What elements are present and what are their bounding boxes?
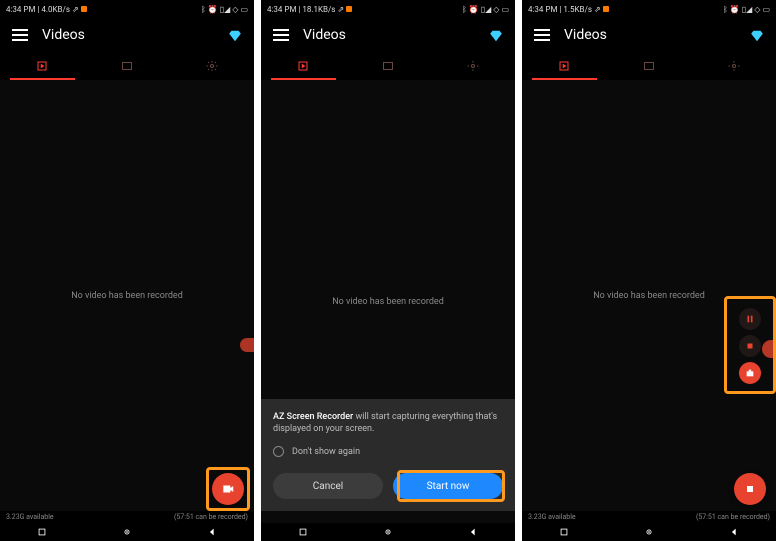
phone-screen-2: 4:34 PM | 18.1KB/s ⇗ ᛒ ⏰ ▯◢ ◇ ▭ Videos N… [261,0,515,541]
radio-icon [273,446,284,457]
battery-icon: ▭ [762,5,770,14]
nav-recent-icon[interactable] [36,526,48,538]
floating-bubble[interactable] [240,338,254,352]
cancel-button[interactable]: Cancel [273,473,383,499]
battery-icon: ▭ [240,5,248,14]
nav-home-icon[interactable] [121,526,133,538]
status-time: 4:34 PM [528,5,557,14]
cast-icon: ⇗ [72,5,79,14]
status-net: 18.1KB/s [302,5,335,14]
cast-icon: ⇗ [594,5,601,14]
record-time-available: (57:51 can be recorded) [174,513,248,521]
tab-videos[interactable] [0,52,85,80]
menu-icon[interactable] [273,29,289,41]
phone-screen-1: 4:34 PM | 4.0KB/s ⇗ ᛒ ⏰ ▯◢ ◇ ▭ Videos No… [0,0,254,541]
signal-icon: ▯◢ [220,5,231,14]
premium-icon[interactable] [489,28,503,42]
cast-icon: ⇗ [337,5,344,14]
page-title: Videos [42,27,228,43]
status-time: 4:34 PM [267,5,296,14]
floating-bubble[interactable] [762,340,776,358]
premium-icon[interactable] [750,28,764,42]
battery-icon: ▭ [501,5,509,14]
wifi-icon: ◇ [754,5,760,14]
page-title: Videos [303,27,489,43]
empty-message: No video has been recorded [332,297,444,307]
signal-icon: ▯◢ [481,5,492,14]
app-header: Videos [0,18,254,52]
wifi-icon: ◇ [232,5,238,14]
tab-settings[interactable] [430,52,515,80]
status-time: 4:34 PM [6,5,35,14]
tab-images[interactable] [607,52,692,80]
wifi-icon: ◇ [493,5,499,14]
content-area: No video has been recorded [522,80,776,511]
nav-recent-icon[interactable] [297,526,309,538]
dont-show-checkbox[interactable]: Don't show again [273,446,503,457]
nav-back-icon[interactable] [728,526,740,538]
toolbox-button[interactable] [739,362,761,384]
signal-icon: ▯◢ [742,5,753,14]
recording-indicator-icon [346,6,352,12]
checkbox-label: Don't show again [292,447,360,457]
stop-fab[interactable] [734,473,766,505]
status-footer: 3.23G available (57:51 can be recorded) [0,511,254,523]
tab-images[interactable] [346,52,431,80]
status-bar: 4:34 PM | 18.1KB/s ⇗ ᛒ ⏰ ▯◢ ◇ ▭ [261,0,515,18]
status-net: 4.0KB/s [41,5,70,14]
empty-message: No video has been recorded [71,291,183,301]
bluetooth-icon: ᛒ [462,5,467,14]
status-footer: 3.23G available (57:51 can be recorded) [522,511,776,523]
app-header: Videos [522,18,776,52]
tab-videos[interactable] [522,52,607,80]
nav-home-icon[interactable] [382,526,394,538]
permission-dialog: AZ Screen Recorder will start capturing … [261,399,515,511]
dialog-app-name: AZ Screen Recorder [273,412,353,422]
nav-back-icon[interactable] [467,526,479,538]
phone-screen-3: 4:34 PM | 1.5KB/s ⇗ ᛒ ⏰ ▯◢ ◇ ▭ Videos No… [522,0,776,541]
tab-images[interactable] [85,52,170,80]
nav-bar [261,523,515,541]
nav-home-icon[interactable] [643,526,655,538]
tab-bar [261,52,515,80]
tab-bar [0,52,254,80]
content-area: No video has been recorded [0,80,254,511]
nav-bar [522,523,776,541]
alarm-icon: ⏰ [469,5,479,14]
status-bar: 4:34 PM | 4.0KB/s ⇗ ᛒ ⏰ ▯◢ ◇ ▭ [0,0,254,18]
bluetooth-icon: ᛒ [201,5,206,14]
pause-button[interactable] [739,308,761,330]
tab-bar [522,52,776,80]
nav-back-icon[interactable] [206,526,218,538]
status-bar: 4:34 PM | 1.5KB/s ⇗ ᛒ ⏰ ▯◢ ◇ ▭ [522,0,776,18]
tab-videos[interactable] [261,52,346,80]
bluetooth-icon: ᛒ [723,5,728,14]
menu-icon[interactable] [534,29,550,41]
storage-available: 3.23G available [6,513,54,521]
alarm-icon: ⏰ [208,5,218,14]
start-now-button[interactable]: Start now [393,473,503,499]
nav-recent-icon[interactable] [558,526,570,538]
premium-icon[interactable] [228,28,242,42]
recording-indicator-icon [81,6,87,12]
record-time-available: (57:51 can be recorded) [696,513,770,521]
menu-icon[interactable] [12,29,28,41]
alarm-icon: ⏰ [730,5,740,14]
tab-settings[interactable] [691,52,776,80]
page-title: Videos [564,27,750,43]
storage-available: 3.23G available [528,513,576,521]
nav-bar [0,523,254,541]
dialog-message: AZ Screen Recorder will start capturing … [273,411,503,436]
tab-settings[interactable] [169,52,254,80]
empty-message: No video has been recorded [593,291,705,301]
stop-button[interactable] [739,335,761,357]
status-net: 1.5KB/s [563,5,592,14]
app-header: Videos [261,18,515,52]
record-fab[interactable] [212,473,244,505]
recording-indicator-icon [603,6,609,12]
